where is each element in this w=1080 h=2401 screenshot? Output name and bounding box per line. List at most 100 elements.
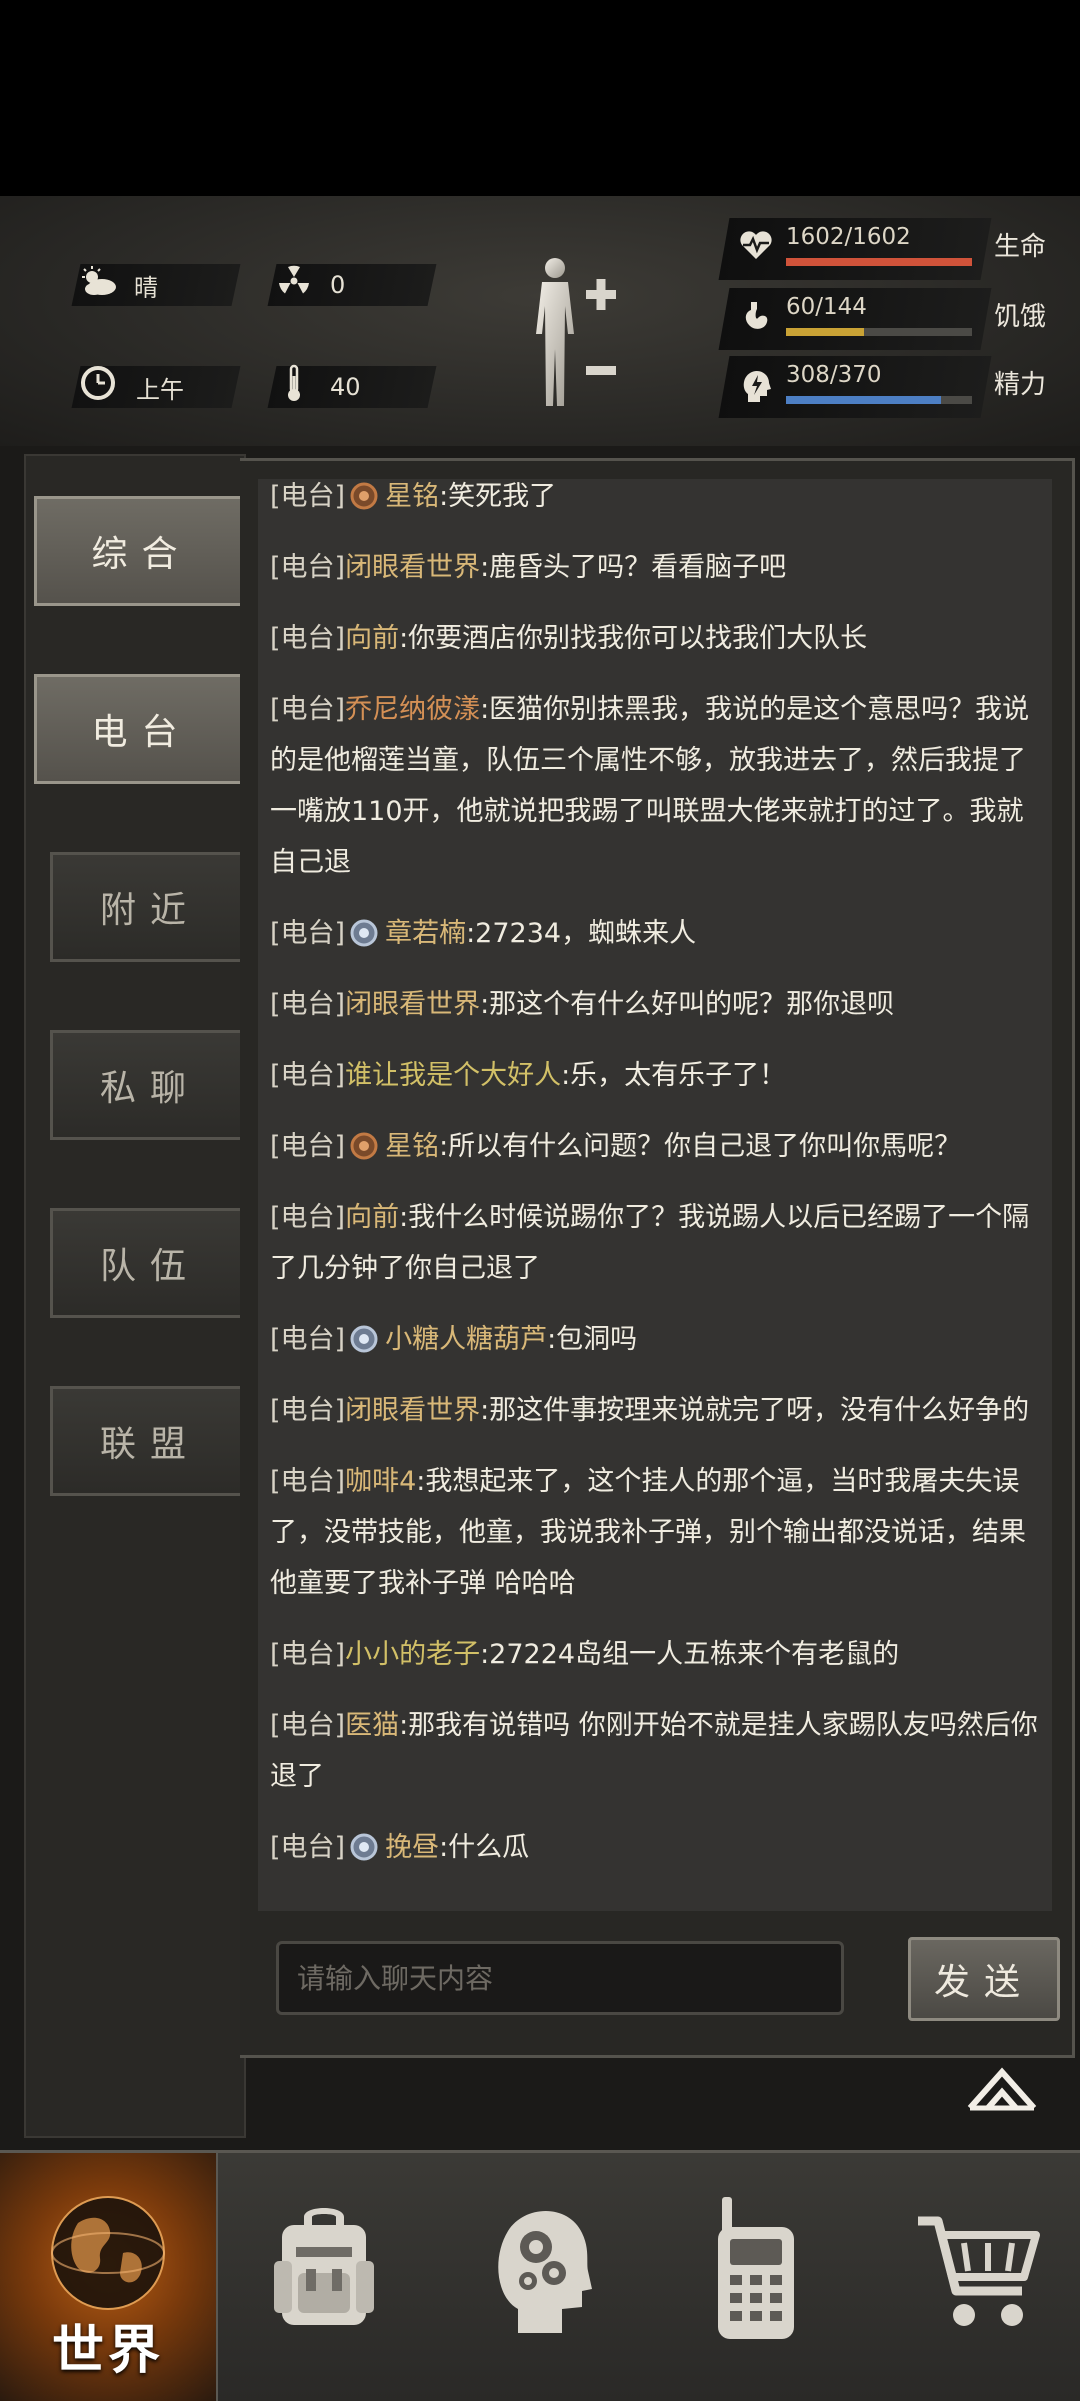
nav-backpack-button[interactable]	[216, 2153, 432, 2401]
channel-tab-column: 综合 电台 附近 私聊 队伍 联盟	[24, 454, 250, 2138]
walkie-talkie-icon	[718, 2197, 794, 2339]
sender-name[interactable]: 向前	[345, 623, 399, 654]
nav-shop-button[interactable]	[864, 2153, 1080, 2401]
channel-tag: [电台]	[270, 1832, 346, 1863]
channel-tag: [电台]	[270, 623, 346, 654]
sender-name[interactable]: 医猫	[345, 1710, 399, 1741]
message-text: :那这个有什么好叫的呢？那你退呗	[480, 989, 895, 1020]
message-text: :所以有什么问题？你自己退了你叫你馬呢？	[439, 1131, 962, 1162]
tab-nearby[interactable]: 附近	[50, 852, 250, 962]
channel-tag: [电台]	[270, 1131, 346, 1162]
channel-tag: [电台]	[270, 481, 346, 512]
channel-tag: [电台]	[270, 918, 346, 949]
message-text: :笑死我了	[439, 481, 557, 512]
head-bolt-icon	[738, 368, 774, 404]
send-button[interactable]: 发送	[908, 1937, 1060, 2021]
sender-name[interactable]: 闭眼看世界	[345, 1395, 480, 1426]
tab-alliance[interactable]: 联盟	[50, 1386, 250, 1496]
silver-badge-icon	[345, 918, 385, 949]
chat-screen: 综合 电台 附近 私聊 队伍 联盟 [电台] 星铭:笑死我了 [电台]闭眼看世界:鹿…	[0, 446, 1080, 2150]
shopping-cart-icon	[918, 2216, 1040, 2326]
message-text: :那这件事按理来说就完了呀，没有什么好争的	[480, 1395, 1030, 1426]
sender-name[interactable]: 星铭	[385, 1131, 439, 1162]
chat-message[interactable]: [电台] 小糖人糖葫芦:包洞吗	[258, 1304, 1052, 1375]
sender-name[interactable]: 向前	[345, 1202, 399, 1233]
hunger-label: 饥饿	[994, 302, 1047, 332]
status-hud: 晴 0 上午 40 1602/1602 生命 60/144 饥饿 308/370…	[0, 196, 1080, 448]
body-status-button[interactable]	[520, 254, 630, 414]
chat-message[interactable]: [电台]谁让我是个大好人:乐，太有乐子了！	[258, 1040, 1052, 1111]
channel-tag: [电台]	[270, 1710, 346, 1741]
message-text: :什么瓜	[439, 1832, 530, 1863]
temperature-slot: 40	[267, 364, 437, 408]
time-value: 上午	[136, 375, 184, 404]
sender-name[interactable]: 小小的老子	[345, 1639, 480, 1670]
sender-name[interactable]: 章若楠	[385, 918, 466, 949]
sender-name[interactable]: 闭眼看世界	[345, 552, 480, 583]
radiation-slot: 0	[267, 264, 437, 306]
chat-message[interactable]: [电台]小小的老子:27224岛组一人五栋来个有老鼠的	[258, 1619, 1052, 1690]
chat-message[interactable]: [电台]闭眼看世界:鹿昏头了吗？看看脑子吧	[258, 532, 1052, 603]
health-bar: 1602/1602	[718, 218, 992, 280]
nav-radio-button[interactable]	[648, 2153, 864, 2401]
sender-name[interactable]: 咖啡4	[345, 1466, 416, 1497]
tab-radio[interactable]: 电台	[34, 674, 249, 784]
tab-general[interactable]: 综合	[34, 496, 249, 606]
channel-tag: [电台]	[270, 694, 346, 725]
collapse-chevron-icon[interactable]	[966, 2064, 1038, 2112]
chat-message[interactable]: [电台]向前:我什么时候说踢你了？我说踢人以后已经踢了一个隔了几分钟了你自己退了	[258, 1182, 1052, 1304]
sender-name[interactable]: 挽昼	[385, 1832, 439, 1863]
tab-private[interactable]: 私聊	[50, 1030, 250, 1140]
message-text: :27224岛组一人五栋来个有老鼠的	[480, 1639, 900, 1670]
health-value: 1602/1602	[786, 224, 911, 250]
chat-message[interactable]: [电台] 星铭:所以有什么问题？你自己退了你叫你馬呢？	[258, 1111, 1052, 1182]
chat-message[interactable]: [电台] 章若楠:27234，蜘蛛来人	[258, 898, 1052, 969]
radiation-value: 0	[330, 271, 346, 299]
bronze-badge-icon	[345, 481, 385, 512]
bronze-badge-icon	[345, 1131, 385, 1162]
chat-message[interactable]: [电台]乔尼纳彼漾:医猫你别抹黑我，我说的是这个意思吗？我说的是他榴莲当童，队伍…	[258, 674, 1052, 898]
channel-tag: [电台]	[270, 1202, 346, 1233]
chat-message[interactable]: [电台] 挽昼:什么瓜	[258, 1812, 1052, 1883]
nav-skills-button[interactable]	[432, 2153, 648, 2401]
channel-tag: [电台]	[270, 1466, 346, 1497]
nav-world-button[interactable]: 世界	[0, 2153, 218, 2401]
time-slot: 上午	[71, 365, 241, 409]
tab-team[interactable]: 队伍	[50, 1208, 250, 1318]
chat-input[interactable]	[276, 1941, 844, 2015]
chat-message-list[interactable]: [电台] 星铭:笑死我了 [电台]闭眼看世界:鹿昏头了吗？看看脑子吧 [电台]向前:你…	[258, 479, 1052, 1911]
energy-bar: 308/370	[718, 356, 992, 418]
globe-icon	[51, 2196, 165, 2310]
energy-label: 精力	[994, 370, 1047, 400]
chat-message[interactable]: [电台]闭眼看世界:那这个有什么好叫的呢？那你退呗	[258, 969, 1052, 1040]
chat-panel: [电台] 星铭:笑死我了 [电台]闭眼看世界:鹿昏头了吗？看看脑子吧 [电台]向前:你…	[240, 458, 1075, 2058]
chat-message[interactable]: [电台]闭眼看世界:那这件事按理来说就完了呀，没有什么好争的	[258, 1375, 1052, 1446]
backpack-icon	[274, 2208, 374, 2325]
message-text: :包洞吗	[547, 1324, 638, 1355]
channel-tag: [电台]	[270, 1639, 346, 1670]
chat-input-row: 发送	[258, 1937, 1060, 2023]
message-text: :乐，太有乐子了！	[561, 1060, 787, 1091]
sender-name[interactable]: 星铭	[385, 481, 439, 512]
sender-name[interactable]: 小糖人糖葫芦	[385, 1324, 547, 1355]
sender-name[interactable]: 乔尼纳彼漾	[345, 694, 480, 725]
chat-message[interactable]: [电台]医猫:那我有说错吗 你刚开始不就是挂人家踢队友吗然后你退了	[258, 1690, 1052, 1812]
chat-message[interactable]: [电台]向前:你要酒店你别找我你可以找我们大队长	[258, 603, 1052, 674]
channel-tag: [电台]	[270, 1395, 346, 1426]
cloud-sun-icon	[76, 265, 120, 305]
sender-name[interactable]: 谁让我是个大好人	[345, 1060, 561, 1091]
body-figure-icon	[536, 258, 616, 406]
chat-message[interactable]: [电台]咖啡4:我想起来了，这个挂人的那个逼，当时我屠夫失误了，没带技能，他童，…	[258, 1446, 1052, 1619]
sender-name[interactable]: 闭眼看世界	[345, 989, 480, 1020]
energy-value: 308/370	[786, 362, 882, 388]
channel-tag: [电台]	[270, 1060, 346, 1091]
channel-tag: [电台]	[270, 552, 346, 583]
weather-slot: 晴	[71, 264, 241, 306]
chat-message[interactable]: [电台] 星铭:笑死我了	[258, 479, 1052, 532]
message-text: :你要酒店你别找我你可以找我们大队长	[399, 623, 868, 654]
channel-tag: [电台]	[270, 1324, 346, 1355]
clock-icon	[76, 365, 120, 409]
hunger-bar: 60/144	[718, 288, 992, 350]
bottom-nav: 世界	[0, 2150, 1080, 2401]
head-gears-icon	[498, 2211, 592, 2333]
